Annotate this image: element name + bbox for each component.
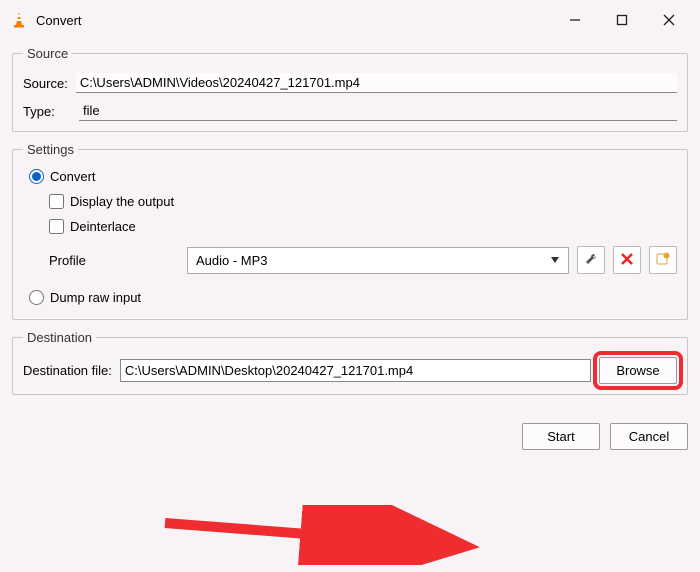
- destination-label: Destination file:: [23, 363, 112, 378]
- vlc-cone-icon: [10, 11, 28, 29]
- edit-profile-button[interactable]: [577, 246, 605, 274]
- deinterlace-checkbox[interactable]: Deinterlace: [49, 219, 677, 234]
- profile-select[interactable]: Audio - MP3: [187, 247, 569, 274]
- convert-radio[interactable]: Convert: [29, 169, 677, 184]
- settings-group: Settings Convert Display the output Dein…: [12, 142, 688, 320]
- maximize-button[interactable]: [611, 9, 633, 31]
- deinterlace-label: Deinterlace: [70, 219, 136, 234]
- delete-icon: [620, 252, 634, 269]
- window-controls: [564, 9, 700, 31]
- display-output-checkbox-input[interactable]: [49, 194, 64, 209]
- start-button[interactable]: Start: [522, 423, 600, 450]
- wrench-icon: [584, 252, 598, 269]
- annotation-arrow-icon: [160, 505, 480, 565]
- settings-legend: Settings: [23, 142, 78, 157]
- browse-button[interactable]: Browse: [599, 357, 677, 384]
- convert-radio-input[interactable]: [29, 169, 44, 184]
- destination-group: Destination Destination file: Browse: [12, 330, 688, 395]
- close-button[interactable]: [658, 9, 680, 31]
- deinterlace-checkbox-input[interactable]: [49, 219, 64, 234]
- destination-input[interactable]: [120, 359, 591, 382]
- display-output-label: Display the output: [70, 194, 174, 209]
- new-profile-button[interactable]: [649, 246, 677, 274]
- window-title: Convert: [36, 13, 564, 28]
- type-value: file: [79, 101, 677, 121]
- dump-radio[interactable]: Dump raw input: [29, 290, 677, 305]
- display-output-checkbox[interactable]: Display the output: [49, 194, 677, 209]
- cancel-button[interactable]: Cancel: [610, 423, 688, 450]
- dump-radio-label: Dump raw input: [50, 290, 141, 305]
- new-profile-icon: [656, 252, 670, 269]
- type-label: Type:: [23, 104, 71, 119]
- source-label: Source:: [23, 76, 68, 91]
- profile-label: Profile: [49, 253, 179, 268]
- destination-legend: Destination: [23, 330, 96, 345]
- profile-value: Audio - MP3: [196, 253, 268, 268]
- source-input[interactable]: [76, 73, 677, 93]
- minimize-button[interactable]: [564, 9, 586, 31]
- convert-radio-label: Convert: [50, 169, 96, 184]
- chevron-down-icon: [550, 253, 560, 268]
- source-legend: Source: [23, 46, 72, 61]
- source-group: Source Source: Type: file: [12, 46, 688, 132]
- titlebar: Convert: [0, 0, 700, 40]
- delete-profile-button[interactable]: [613, 246, 641, 274]
- dump-radio-input[interactable]: [29, 290, 44, 305]
